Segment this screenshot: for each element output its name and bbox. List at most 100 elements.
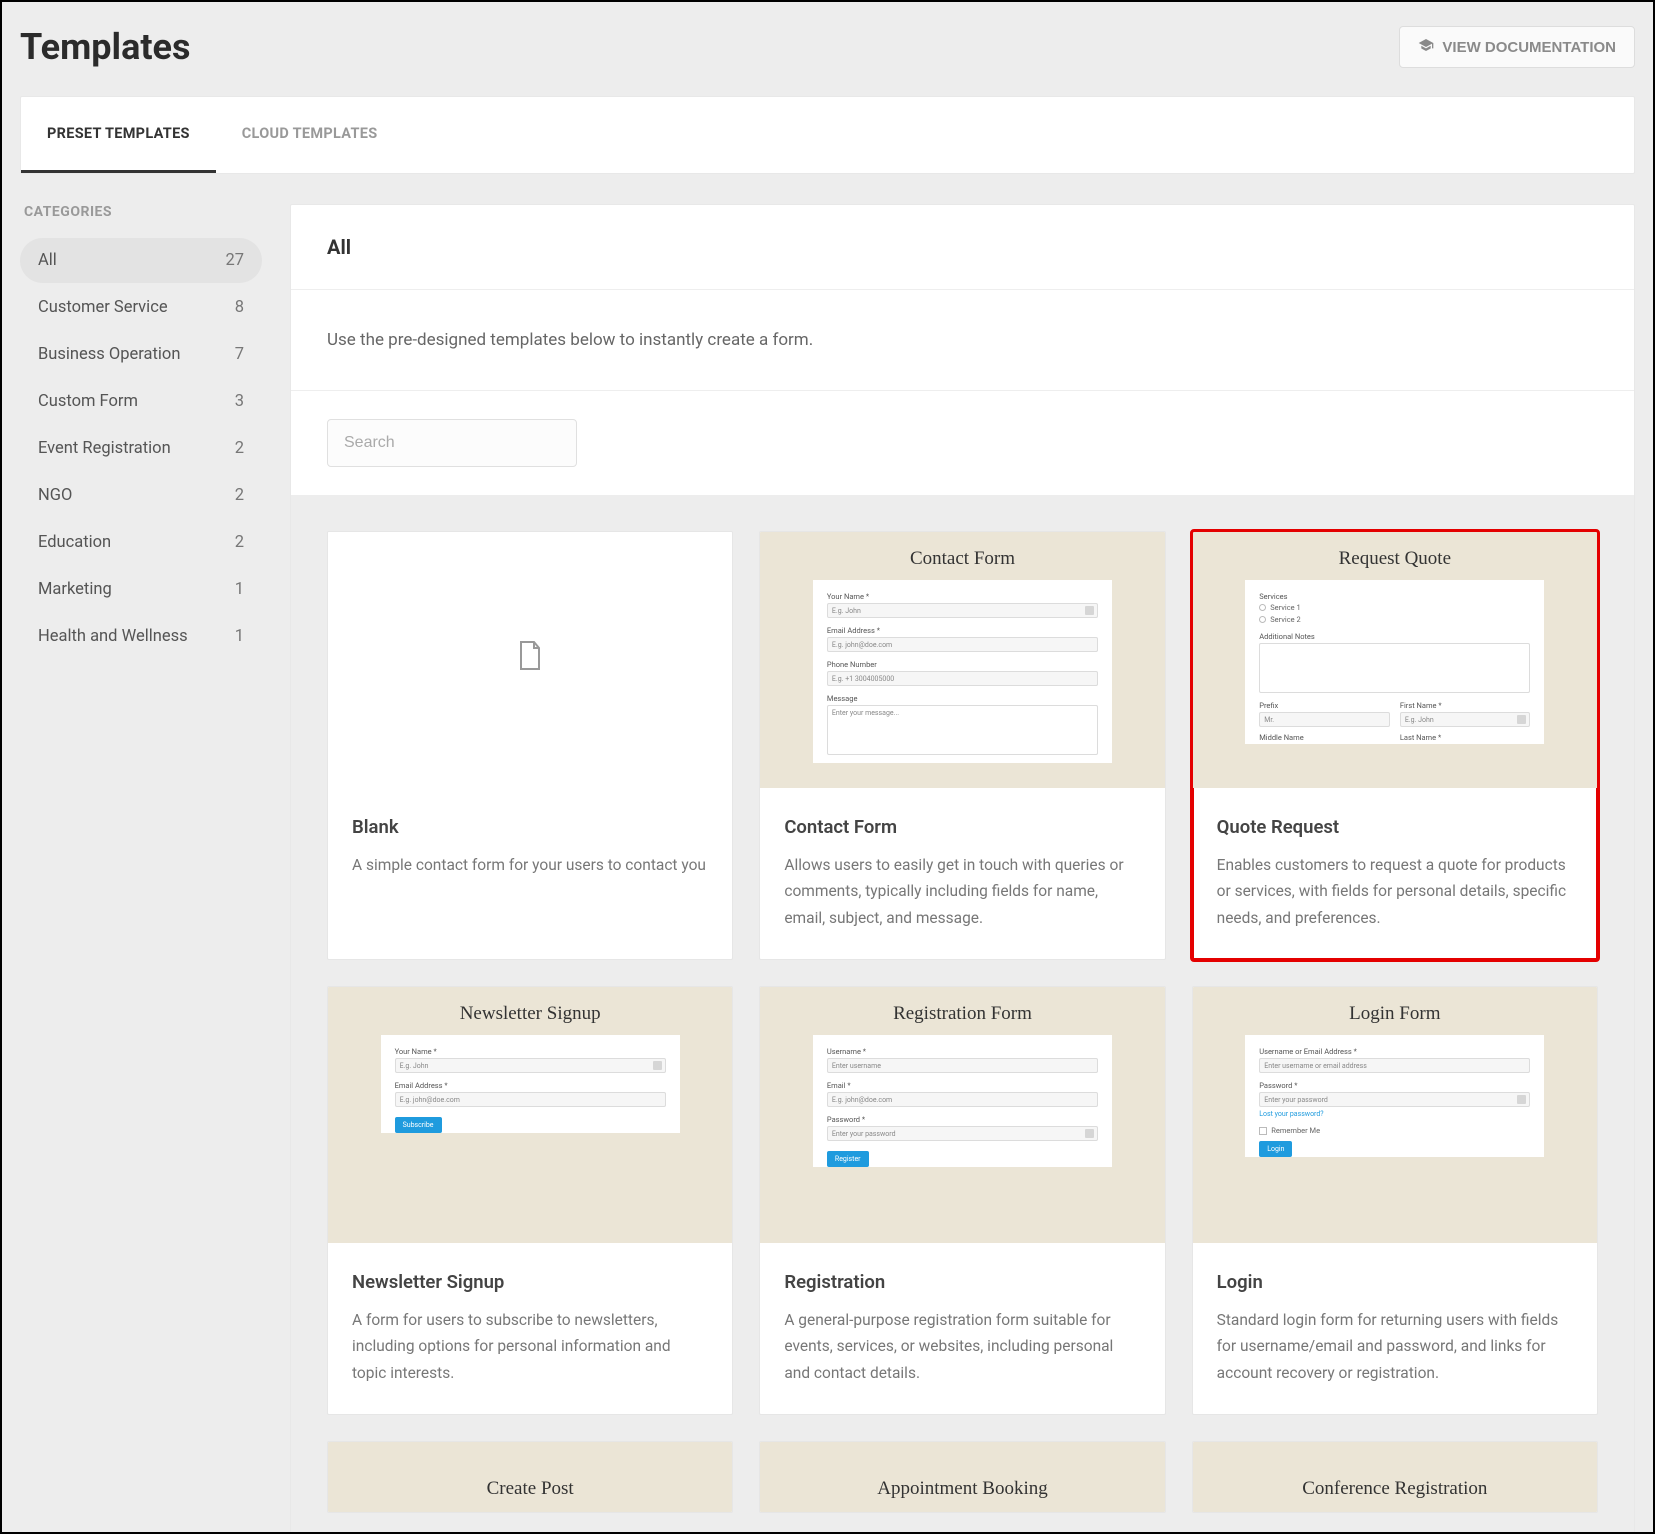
card-desc: Enables customers to request a quote for… bbox=[1217, 852, 1573, 931]
card-title: Contact Form bbox=[784, 816, 1140, 838]
category-count: 2 bbox=[235, 486, 244, 505]
preview-title: Conference Registration bbox=[1302, 1478, 1487, 1500]
category-ngo[interactable]: NGO 2 bbox=[20, 473, 262, 518]
pv-ph: E.g. John bbox=[400, 1062, 429, 1070]
category-label: Education bbox=[38, 533, 111, 552]
preview-title: Login Form bbox=[1349, 1003, 1440, 1025]
pv-ph: E.g. +1 3004005000 bbox=[832, 675, 894, 683]
preview-newsletter: Newsletter Signup Your Name * E.g. John E… bbox=[328, 987, 732, 1243]
category-count: 2 bbox=[235, 439, 244, 458]
template-card-contact-form[interactable]: Contact Form Your Name * E.g. John Email … bbox=[759, 531, 1165, 960]
card-desc: Allows users to easily get in touch with… bbox=[784, 852, 1140, 931]
document-icon bbox=[518, 641, 542, 679]
preview-contact: Contact Form Your Name *E.g. John Email … bbox=[760, 532, 1164, 788]
category-label: All bbox=[38, 251, 57, 270]
pv-val: Mr. bbox=[1264, 716, 1274, 724]
pv-ph: Enter your password bbox=[832, 1130, 896, 1138]
tab-preset-templates[interactable]: PRESET TEMPLATES bbox=[21, 97, 216, 173]
tab-cloud-templates[interactable]: CLOUD TEMPLATES bbox=[216, 97, 404, 173]
pv-label: Email Address * bbox=[395, 1081, 666, 1090]
pv-label: Username * bbox=[827, 1047, 1098, 1056]
category-label: Health and Wellness bbox=[38, 627, 188, 646]
category-count: 7 bbox=[235, 345, 244, 364]
pv-ph: E.g. john@doe.com bbox=[400, 1096, 460, 1104]
template-card-login[interactable]: Login Form Username or Email Address * En… bbox=[1192, 986, 1598, 1415]
card-title: Blank bbox=[352, 816, 708, 838]
preview-blank bbox=[328, 532, 732, 788]
category-business-operation[interactable]: Business Operation 7 bbox=[20, 332, 262, 377]
preview-conference: Conference Registration bbox=[1193, 1442, 1597, 1512]
category-education[interactable]: Education 2 bbox=[20, 520, 262, 565]
preview-title: Request Quote bbox=[1339, 548, 1451, 570]
sidebar-title: CATEGORIES bbox=[20, 204, 262, 220]
pv-label: Email * bbox=[827, 1081, 1098, 1090]
category-count: 27 bbox=[225, 251, 244, 270]
view-documentation-button[interactable]: VIEW DOCUMENTATION bbox=[1399, 26, 1635, 68]
pv-label: Password * bbox=[1259, 1081, 1530, 1090]
tabs-bar: PRESET TEMPLATES CLOUD TEMPLATES bbox=[20, 96, 1635, 174]
pv-ph: Enter username bbox=[832, 1062, 881, 1070]
category-label: NGO bbox=[38, 486, 72, 505]
pv-ph: E.g. john@doe.com bbox=[832, 641, 892, 649]
page-title: Templates bbox=[20, 26, 190, 68]
main-panel: All Use the pre-designed templates below… bbox=[290, 204, 1635, 1534]
pv-opt: Service 1 bbox=[1270, 603, 1300, 612]
search-input[interactable] bbox=[327, 419, 577, 467]
category-event-registration[interactable]: Event Registration 2 bbox=[20, 426, 262, 471]
card-title: Registration bbox=[784, 1271, 1140, 1293]
template-card-create-post[interactable]: Create Post bbox=[327, 1441, 733, 1513]
preview-title: Create Post bbox=[487, 1478, 574, 1500]
card-desc: A general-purpose registration form suit… bbox=[784, 1307, 1140, 1386]
preview-title: Appointment Booking bbox=[877, 1478, 1047, 1500]
preview-login: Login Form Username or Email Address * En… bbox=[1193, 987, 1597, 1243]
pv-label: Email Address * bbox=[827, 626, 1098, 635]
pv-label: Your Name * bbox=[827, 592, 1098, 601]
pv-ph: Enter your message... bbox=[832, 709, 899, 717]
pv-button: Login bbox=[1259, 1141, 1292, 1157]
card-desc: A form for users to subscribe to newslet… bbox=[352, 1307, 708, 1386]
preview-title: Registration Form bbox=[893, 1003, 1032, 1025]
template-card-quote-request[interactable]: Request Quote Services Service 1 Service… bbox=[1192, 531, 1598, 960]
pv-label: Additional Notes bbox=[1259, 632, 1530, 641]
pv-ph: E.g. john@doe.com bbox=[832, 1096, 892, 1104]
template-card-conference-registration[interactable]: Conference Registration bbox=[1192, 1441, 1598, 1513]
card-title: Login bbox=[1217, 1271, 1573, 1293]
pv-button: Register bbox=[827, 1151, 869, 1167]
category-count: 1 bbox=[235, 627, 244, 646]
category-label: Customer Service bbox=[38, 298, 168, 317]
card-title: Newsletter Signup bbox=[352, 1271, 708, 1293]
pv-button: Subscribe bbox=[395, 1117, 442, 1133]
template-card-registration[interactable]: Registration Form Username * Enter userna… bbox=[759, 986, 1165, 1415]
pv-ph: Enter your password bbox=[1264, 1096, 1328, 1104]
category-count: 3 bbox=[235, 392, 244, 411]
card-desc: Standard login form for returning users … bbox=[1217, 1307, 1573, 1386]
pv-label: Phone Number bbox=[827, 660, 1098, 669]
pv-label: Password * bbox=[827, 1115, 1098, 1124]
pv-label: Middle Name bbox=[1259, 733, 1390, 742]
category-customer-service[interactable]: Customer Service 8 bbox=[20, 285, 262, 330]
category-custom-form[interactable]: Custom Form 3 bbox=[20, 379, 262, 424]
pv-label: Services bbox=[1259, 592, 1530, 601]
preview-create-post: Create Post bbox=[328, 1442, 732, 1512]
pv-ph: E.g. John bbox=[1405, 716, 1434, 724]
category-label: Event Registration bbox=[38, 439, 171, 458]
category-health-wellness[interactable]: Health and Wellness 1 bbox=[20, 614, 262, 659]
pv-label: Last Name * bbox=[1400, 733, 1531, 742]
pv-ph: E.g. John bbox=[832, 607, 861, 615]
category-label: Marketing bbox=[38, 580, 112, 599]
preview-title: Newsletter Signup bbox=[460, 1003, 601, 1025]
template-grid: Blank A simple contact form for your use… bbox=[291, 495, 1634, 1534]
template-card-appointment-booking[interactable]: Appointment Booking bbox=[759, 1441, 1165, 1513]
template-card-newsletter-signup[interactable]: Newsletter Signup Your Name * E.g. John E… bbox=[327, 986, 733, 1415]
category-marketing[interactable]: Marketing 1 bbox=[20, 567, 262, 612]
preview-quote: Request Quote Services Service 1 Service… bbox=[1193, 532, 1597, 788]
category-count: 8 bbox=[235, 298, 244, 317]
category-count: 2 bbox=[235, 533, 244, 552]
template-card-blank[interactable]: Blank A simple contact form for your use… bbox=[327, 531, 733, 960]
pv-ph: Enter username or email address bbox=[1264, 1062, 1367, 1070]
pv-label: Message bbox=[827, 694, 1098, 703]
pv-label: Your Name * bbox=[395, 1047, 666, 1056]
pv-label: First Name * bbox=[1400, 701, 1531, 710]
pv-label: Username or Email Address * bbox=[1259, 1047, 1530, 1056]
category-all[interactable]: All 27 bbox=[20, 238, 262, 283]
